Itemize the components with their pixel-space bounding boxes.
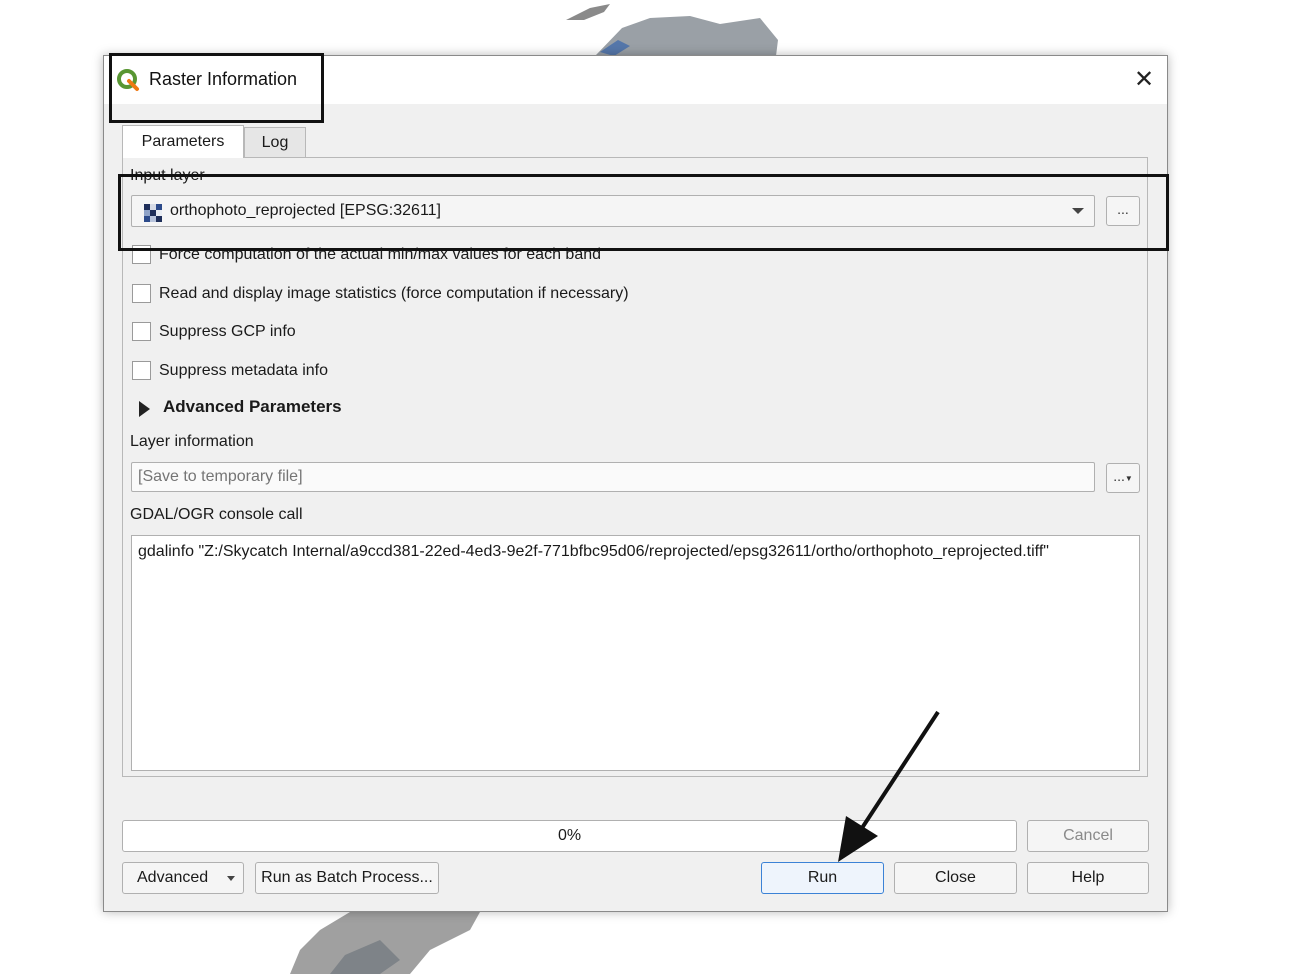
- help-button[interactable]: Help: [1027, 862, 1149, 894]
- progress-bar: 0%: [122, 820, 1017, 852]
- checkbox-force-minmax-label: Force computation of the actual min/max …: [159, 246, 602, 263]
- advanced-button[interactable]: Advanced: [122, 862, 244, 894]
- checkbox-suppress-gcp[interactable]: [132, 322, 151, 341]
- raster-information-dialog: Raster Information ✕ Parameters Log Inpu…: [103, 55, 1168, 912]
- raster-layer-icon: [144, 204, 162, 222]
- layer-information-browse-button[interactable]: ...▼: [1106, 463, 1140, 493]
- chevron-down-icon: [1072, 208, 1084, 214]
- advanced-parameters-toggle[interactable]: Advanced Parameters: [163, 397, 342, 417]
- cancel-button[interactable]: Cancel: [1027, 820, 1149, 852]
- checkbox-image-statistics[interactable]: [132, 284, 151, 303]
- tab-parameters[interactable]: Parameters: [122, 125, 244, 158]
- chevron-down-icon: [227, 876, 235, 881]
- run-as-batch-button[interactable]: Run as Batch Process...: [255, 862, 439, 894]
- title-bar[interactable]: Raster Information ✕: [104, 56, 1167, 104]
- console-call-label: GDAL/OGR console call: [130, 506, 303, 523]
- input-layer-value: orthophoto_reprojected [EPSG:32611]: [170, 202, 441, 219]
- dialog-title: Raster Information: [149, 69, 298, 89]
- checkbox-suppress-metadata-label: Suppress metadata info: [159, 362, 328, 379]
- checkbox-suppress-gcp-label: Suppress GCP info: [159, 323, 296, 340]
- checkbox-suppress-metadata[interactable]: [132, 361, 151, 380]
- run-button[interactable]: Run: [761, 862, 884, 894]
- qgis-logo-icon: [117, 69, 139, 91]
- advanced-button-label: Advanced: [137, 869, 209, 886]
- input-layer-browse-button[interactable]: ...: [1106, 196, 1140, 226]
- layer-information-browse-label: ...: [1113, 468, 1125, 484]
- tab-log[interactable]: Log: [244, 127, 306, 157]
- layer-information-input[interactable]: [131, 462, 1095, 492]
- input-layer-combo[interactable]: orthophoto_reprojected [EPSG:32611]: [131, 195, 1095, 227]
- close-button[interactable]: Close: [894, 862, 1017, 894]
- close-icon[interactable]: ✕: [1126, 62, 1162, 98]
- checkbox-force-minmax[interactable]: [132, 245, 151, 264]
- expand-arrow-icon[interactable]: [139, 401, 150, 417]
- chevron-down-icon: ▼: [1124, 474, 1133, 483]
- layer-information-label: Layer information: [130, 433, 254, 450]
- console-call-textarea[interactable]: gdalinfo "Z:/Skycatch Internal/a9ccd381-…: [131, 535, 1140, 771]
- input-layer-label: Input layer: [130, 167, 205, 184]
- checkbox-image-statistics-label: Read and display image statistics (force…: [159, 285, 629, 302]
